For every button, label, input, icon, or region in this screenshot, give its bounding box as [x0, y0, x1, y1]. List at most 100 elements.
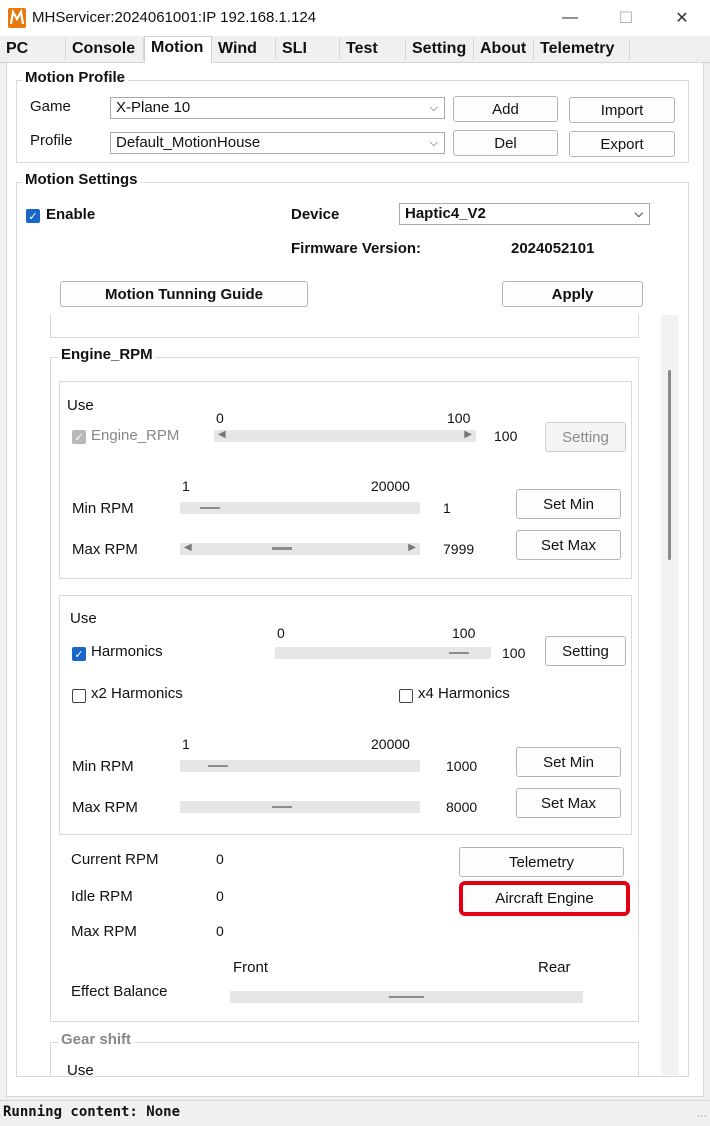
harmonics-set-min-button[interactable]: Set Min — [516, 747, 621, 777]
slider-thumb[interactable] — [272, 806, 292, 808]
resize-grip-icon[interactable]: ⋯ — [697, 1111, 707, 1122]
profile-select-value: Default_MotionHouse — [116, 134, 261, 151]
engine-min-rpm-label: Min RPM — [72, 500, 134, 517]
close-button[interactable]: ✕ — [659, 0, 705, 36]
firmware-label: Firmware Version: — [291, 240, 422, 257]
tab-telemetry[interactable]: Telemetry — [534, 38, 630, 60]
current-rpm-label: Current RPM — [71, 851, 159, 868]
harmonics-rpm-scale-min: 1 — [182, 736, 190, 752]
tab-console[interactable]: Console — [66, 38, 144, 60]
effect-balance-label: Effect Balance — [71, 983, 168, 1000]
game-select-value: X-Plane 10 — [116, 99, 191, 116]
motion-settings-title: Motion Settings — [22, 171, 141, 188]
telemetry-button[interactable]: Telemetry — [459, 847, 624, 877]
tab-test[interactable]: Test — [340, 38, 406, 60]
window-title: MHServicer:2024061001:IP 192.168.1.124 — [32, 9, 317, 26]
max-rpm-readout-value: 0 — [216, 923, 224, 939]
harmonics-slider[interactable] — [275, 647, 491, 659]
engine-rpm-checkbox-label: Engine_RPM — [91, 427, 180, 444]
profile-label: Profile — [30, 132, 73, 149]
minimize-button[interactable]: — — [547, 0, 593, 36]
tab-wind[interactable]: Wind — [212, 38, 276, 60]
tab-setting[interactable]: Setting — [406, 38, 474, 60]
engine-set-max-button[interactable]: Set Max — [516, 530, 621, 560]
engine-rpm-checkbox[interactable]: ✓ — [72, 430, 86, 444]
harmonics-use-label: Use — [70, 610, 97, 627]
device-select-value: Haptic4_V2 — [405, 205, 486, 222]
slider-thumb[interactable] — [389, 996, 424, 998]
slider-thumb[interactable] — [208, 765, 228, 767]
game-select[interactable]: X-Plane 10 ⌵ — [110, 97, 445, 119]
engine-max-rpm-slider[interactable]: ◀ ▶ — [180, 542, 420, 555]
apply-button[interactable]: Apply — [502, 281, 643, 307]
gear-shift-title: Gear shift — [58, 1031, 135, 1048]
slider-thumb[interactable] — [272, 547, 292, 550]
export-button[interactable]: Export — [569, 131, 675, 157]
engine-min-rpm-slider[interactable] — [180, 502, 420, 514]
enable-checkbox[interactable]: ✓ — [26, 209, 40, 223]
maximize-button[interactable]: ☐ — [603, 0, 649, 36]
harmonics-set-max-button[interactable]: Set Max — [516, 788, 621, 818]
checkmark-icon: ✓ — [28, 210, 38, 223]
motion-tunning-guide-button[interactable]: Motion Tunning Guide — [60, 281, 308, 307]
tab-motion[interactable]: Motion — [144, 36, 212, 63]
slider-thumb[interactable] — [449, 652, 469, 654]
front-label: Front — [233, 959, 269, 976]
harmonics-min-rpm-value: 1000 — [446, 758, 478, 774]
gear-shift-use-label: Use — [67, 1062, 94, 1076]
engine-max-rpm-label: Max RPM — [72, 541, 138, 558]
harmonics-scale-min: 0 — [277, 625, 285, 641]
chevron-down-icon: ⌵ — [429, 102, 438, 114]
enable-label: Enable — [46, 206, 96, 223]
harmonics-rpm-scale-max: 20000 — [371, 736, 410, 752]
effect-balance-slider[interactable] — [230, 991, 583, 1003]
harmonics-checkbox-label: Harmonics — [91, 643, 163, 660]
aircraft-engine-button[interactable]: Aircraft Engine — [459, 881, 630, 916]
triangle-right-icon: ▶ — [464, 429, 472, 440]
triangle-right-icon: ▶ — [408, 542, 416, 553]
game-label: Game — [30, 98, 71, 115]
harmonics-setting-button[interactable]: Setting — [545, 636, 626, 666]
engine-setting-button[interactable]: Setting — [545, 422, 626, 452]
engine-set-min-button[interactable]: Set Min — [516, 489, 621, 519]
status-text: Running content: None — [3, 1104, 181, 1120]
rear-label: Rear — [538, 959, 571, 976]
engine-rpm-title: Engine_RPM — [58, 346, 156, 363]
x4-harmonics-checkbox[interactable] — [399, 689, 413, 703]
engine-rpm-scale-min: 1 — [182, 478, 190, 494]
profile-select[interactable]: Default_MotionHouse ⌵ — [110, 132, 445, 154]
slider-thumb[interactable] — [200, 507, 220, 509]
scrollbar-thumb[interactable] — [668, 370, 671, 560]
current-rpm-value: 0 — [216, 851, 224, 867]
idle-rpm-label: Idle RPM — [71, 888, 133, 905]
chevron-down-icon: ⌵ — [634, 208, 643, 220]
device-label: Device — [291, 206, 340, 223]
chevron-down-icon: ⌵ — [429, 137, 438, 149]
harmonics-max-rpm-slider[interactable] — [180, 801, 420, 813]
harmonics-max-rpm-label: Max RPM — [72, 799, 138, 816]
app-logo-icon — [8, 8, 26, 28]
x2-harmonics-checkbox[interactable] — [72, 689, 86, 703]
engine-scale-max: 100 — [447, 410, 471, 426]
import-button[interactable]: Import — [569, 97, 675, 123]
add-button[interactable]: Add — [453, 96, 558, 122]
engine-rpm-slider[interactable]: ◀ ▶ — [214, 429, 476, 442]
checkmark-icon: ✓ — [74, 648, 84, 661]
tab-pc[interactable]: PC — [0, 38, 66, 60]
device-select[interactable]: Haptic4_V2 ⌵ — [399, 203, 650, 225]
tab-sli[interactable]: SLI — [276, 38, 340, 60]
max-rpm-readout-label: Max RPM — [71, 923, 137, 940]
triangle-left-icon: ◀ — [184, 542, 192, 553]
harmonics-min-rpm-slider[interactable] — [180, 760, 420, 772]
tab-about[interactable]: About — [474, 38, 534, 60]
harmonics-scale-max: 100 — [452, 625, 476, 641]
x4-harmonics-label: x4 Harmonics — [418, 685, 510, 702]
motion-profile-title: Motion Profile — [22, 69, 128, 86]
triangle-left-icon: ◀ — [218, 429, 226, 440]
engine-max-rpm-value: 7999 — [443, 541, 475, 557]
engine-rpm-scale-max: 20000 — [371, 478, 410, 494]
harmonics-checkbox[interactable]: ✓ — [72, 647, 86, 661]
del-button[interactable]: Del — [453, 130, 558, 156]
firmware-value: 2024052101 — [511, 240, 595, 257]
scroll-clip — [16, 1076, 689, 1084]
